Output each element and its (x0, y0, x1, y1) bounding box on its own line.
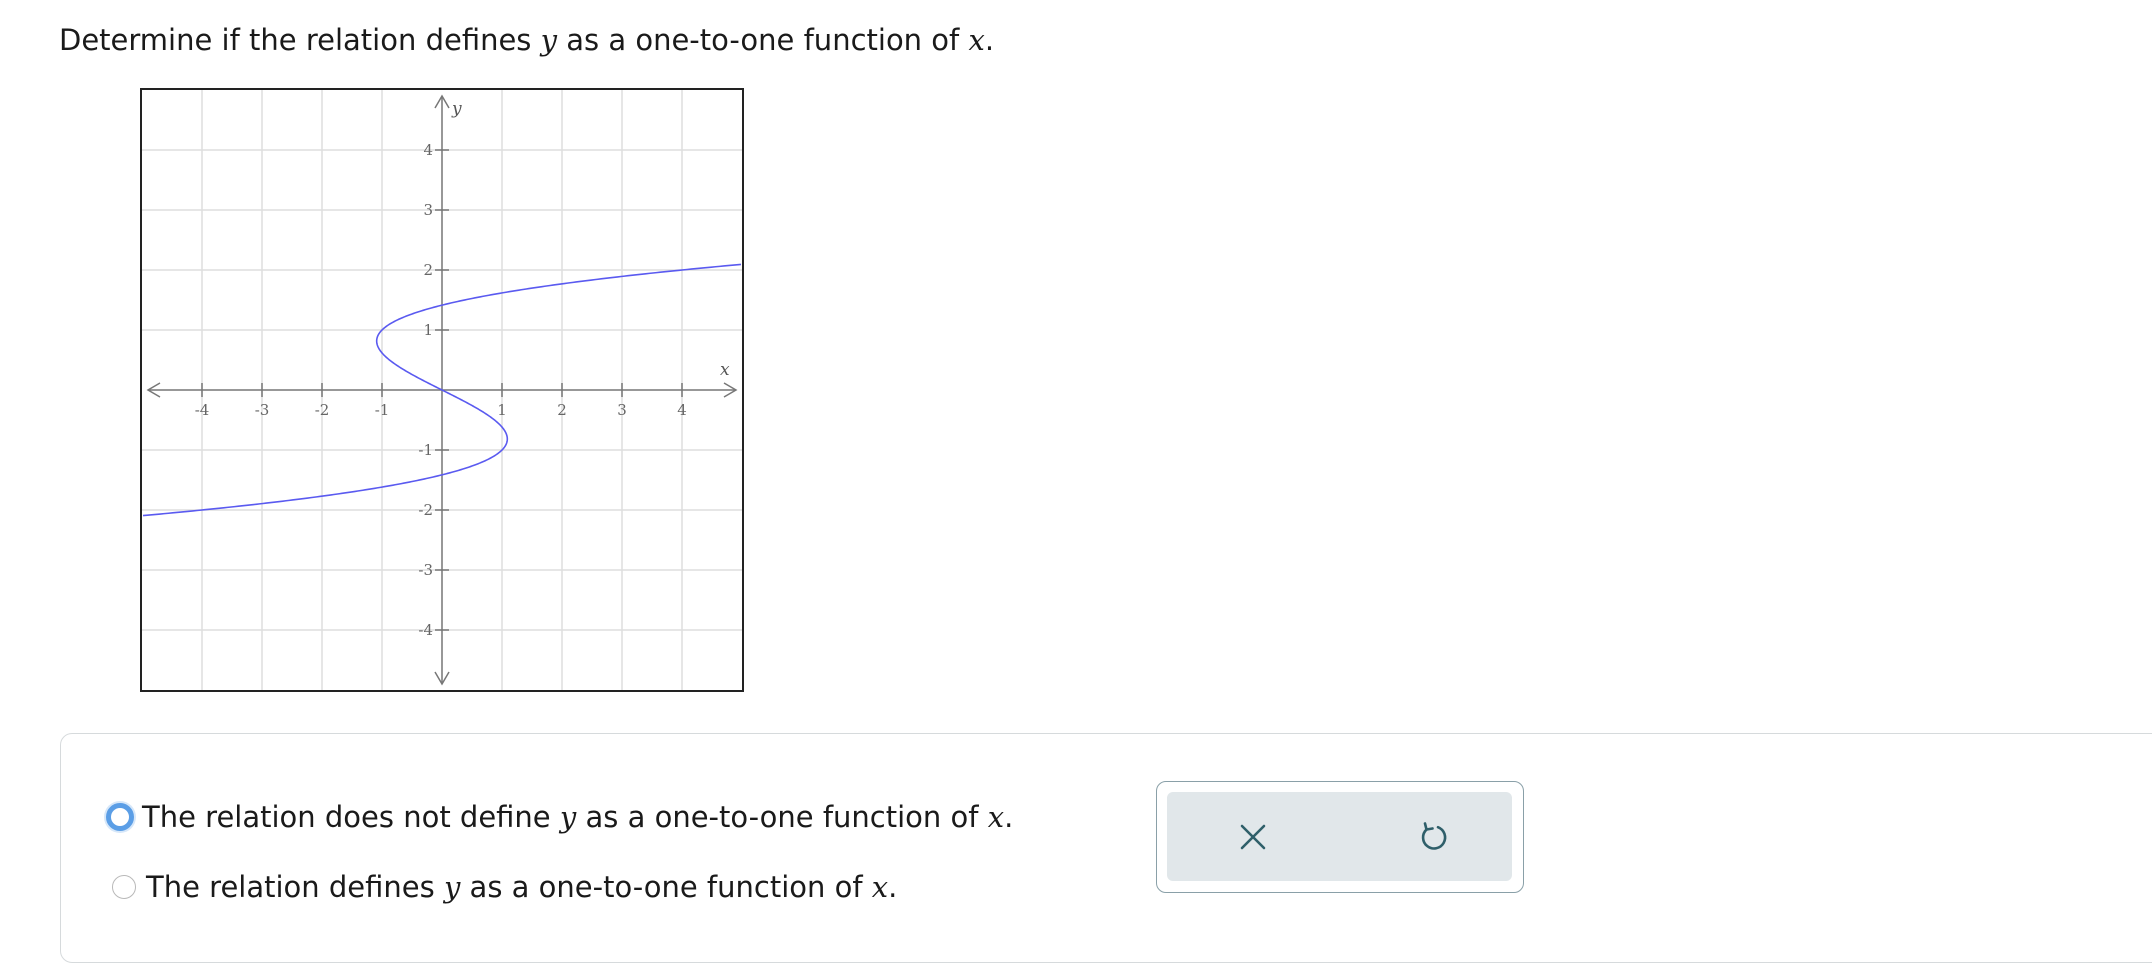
choice-b-suffix: . (888, 870, 898, 904)
clear-answer-button[interactable] (1224, 808, 1282, 866)
y-tick-label: 4 (423, 141, 433, 159)
y-tick-label: -2 (418, 501, 433, 519)
choice-b-var-x: x (871, 870, 889, 904)
x-tick-label: 1 (497, 401, 507, 419)
x-axis-label: x (720, 360, 730, 380)
choice-not-one-to-one[interactable]: The relation does not define y as a one-… (106, 797, 1013, 837)
undo-icon (1421, 822, 1447, 850)
choice-a-var-x: x (987, 800, 1005, 834)
x-tick-label: -2 (315, 401, 330, 419)
choice-a-middle: as a one-to-one function of (576, 800, 988, 834)
y-tick-label: -1 (418, 441, 433, 459)
close-icon (1240, 824, 1266, 850)
choice-b-middle: as a one-to-one function of (460, 870, 872, 904)
y-tick-label: 3 (423, 201, 433, 219)
choice-one-to-one[interactable]: The relation defines y as a one-to-one f… (106, 867, 897, 907)
question-prefix: Determine if the relation defines (59, 23, 541, 57)
question-text: Determine if the relation defines y as a… (59, 20, 994, 60)
x-tick-label: -3 (255, 401, 270, 419)
answer-actions (1156, 781, 1524, 893)
answer-actions-bar (1167, 792, 1512, 881)
y-tick-label: -4 (418, 621, 433, 639)
choice-text: The relation does not define y as a one-… (142, 800, 1013, 834)
choice-a-suffix: . (1004, 800, 1014, 834)
choice-b-var-y: y (443, 870, 461, 904)
graph-canvas: x y -4 -3 -2 -1 1 2 3 4 4 3 2 1 -1 -2 -3 -4 (142, 90, 742, 690)
question-middle: as a one-to-one function of (557, 23, 969, 57)
relation-graph: x y -4 -3 -2 -1 1 2 3 4 4 3 2 1 -1 -2 -3 -4 (140, 88, 744, 692)
x-tick-label: 3 (617, 401, 627, 419)
x-tick-label: -1 (375, 401, 390, 419)
x-tick-label: -4 (195, 401, 210, 419)
question-var-y: y (540, 23, 558, 57)
answer-panel (60, 733, 2152, 963)
radio-button-unselected[interactable] (112, 875, 136, 899)
radio-button-selected[interactable] (106, 803, 134, 831)
undo-button[interactable] (1404, 808, 1462, 866)
y-tick-label: 2 (423, 261, 433, 279)
choice-a-prefix: The relation does not define (142, 800, 560, 834)
choice-text: The relation defines y as a one-to-one f… (146, 870, 897, 904)
choice-b-prefix: The relation defines (146, 870, 444, 904)
x-tick-label: 2 (557, 401, 567, 419)
y-tick-label: -3 (418, 561, 433, 579)
y-axis-label: y (451, 99, 462, 119)
y-tick-label: 1 (423, 321, 433, 339)
x-tick-label: 4 (677, 401, 687, 419)
question-suffix: . (984, 23, 995, 57)
question-var-x: x (968, 23, 985, 57)
choice-a-var-y: y (559, 800, 577, 834)
